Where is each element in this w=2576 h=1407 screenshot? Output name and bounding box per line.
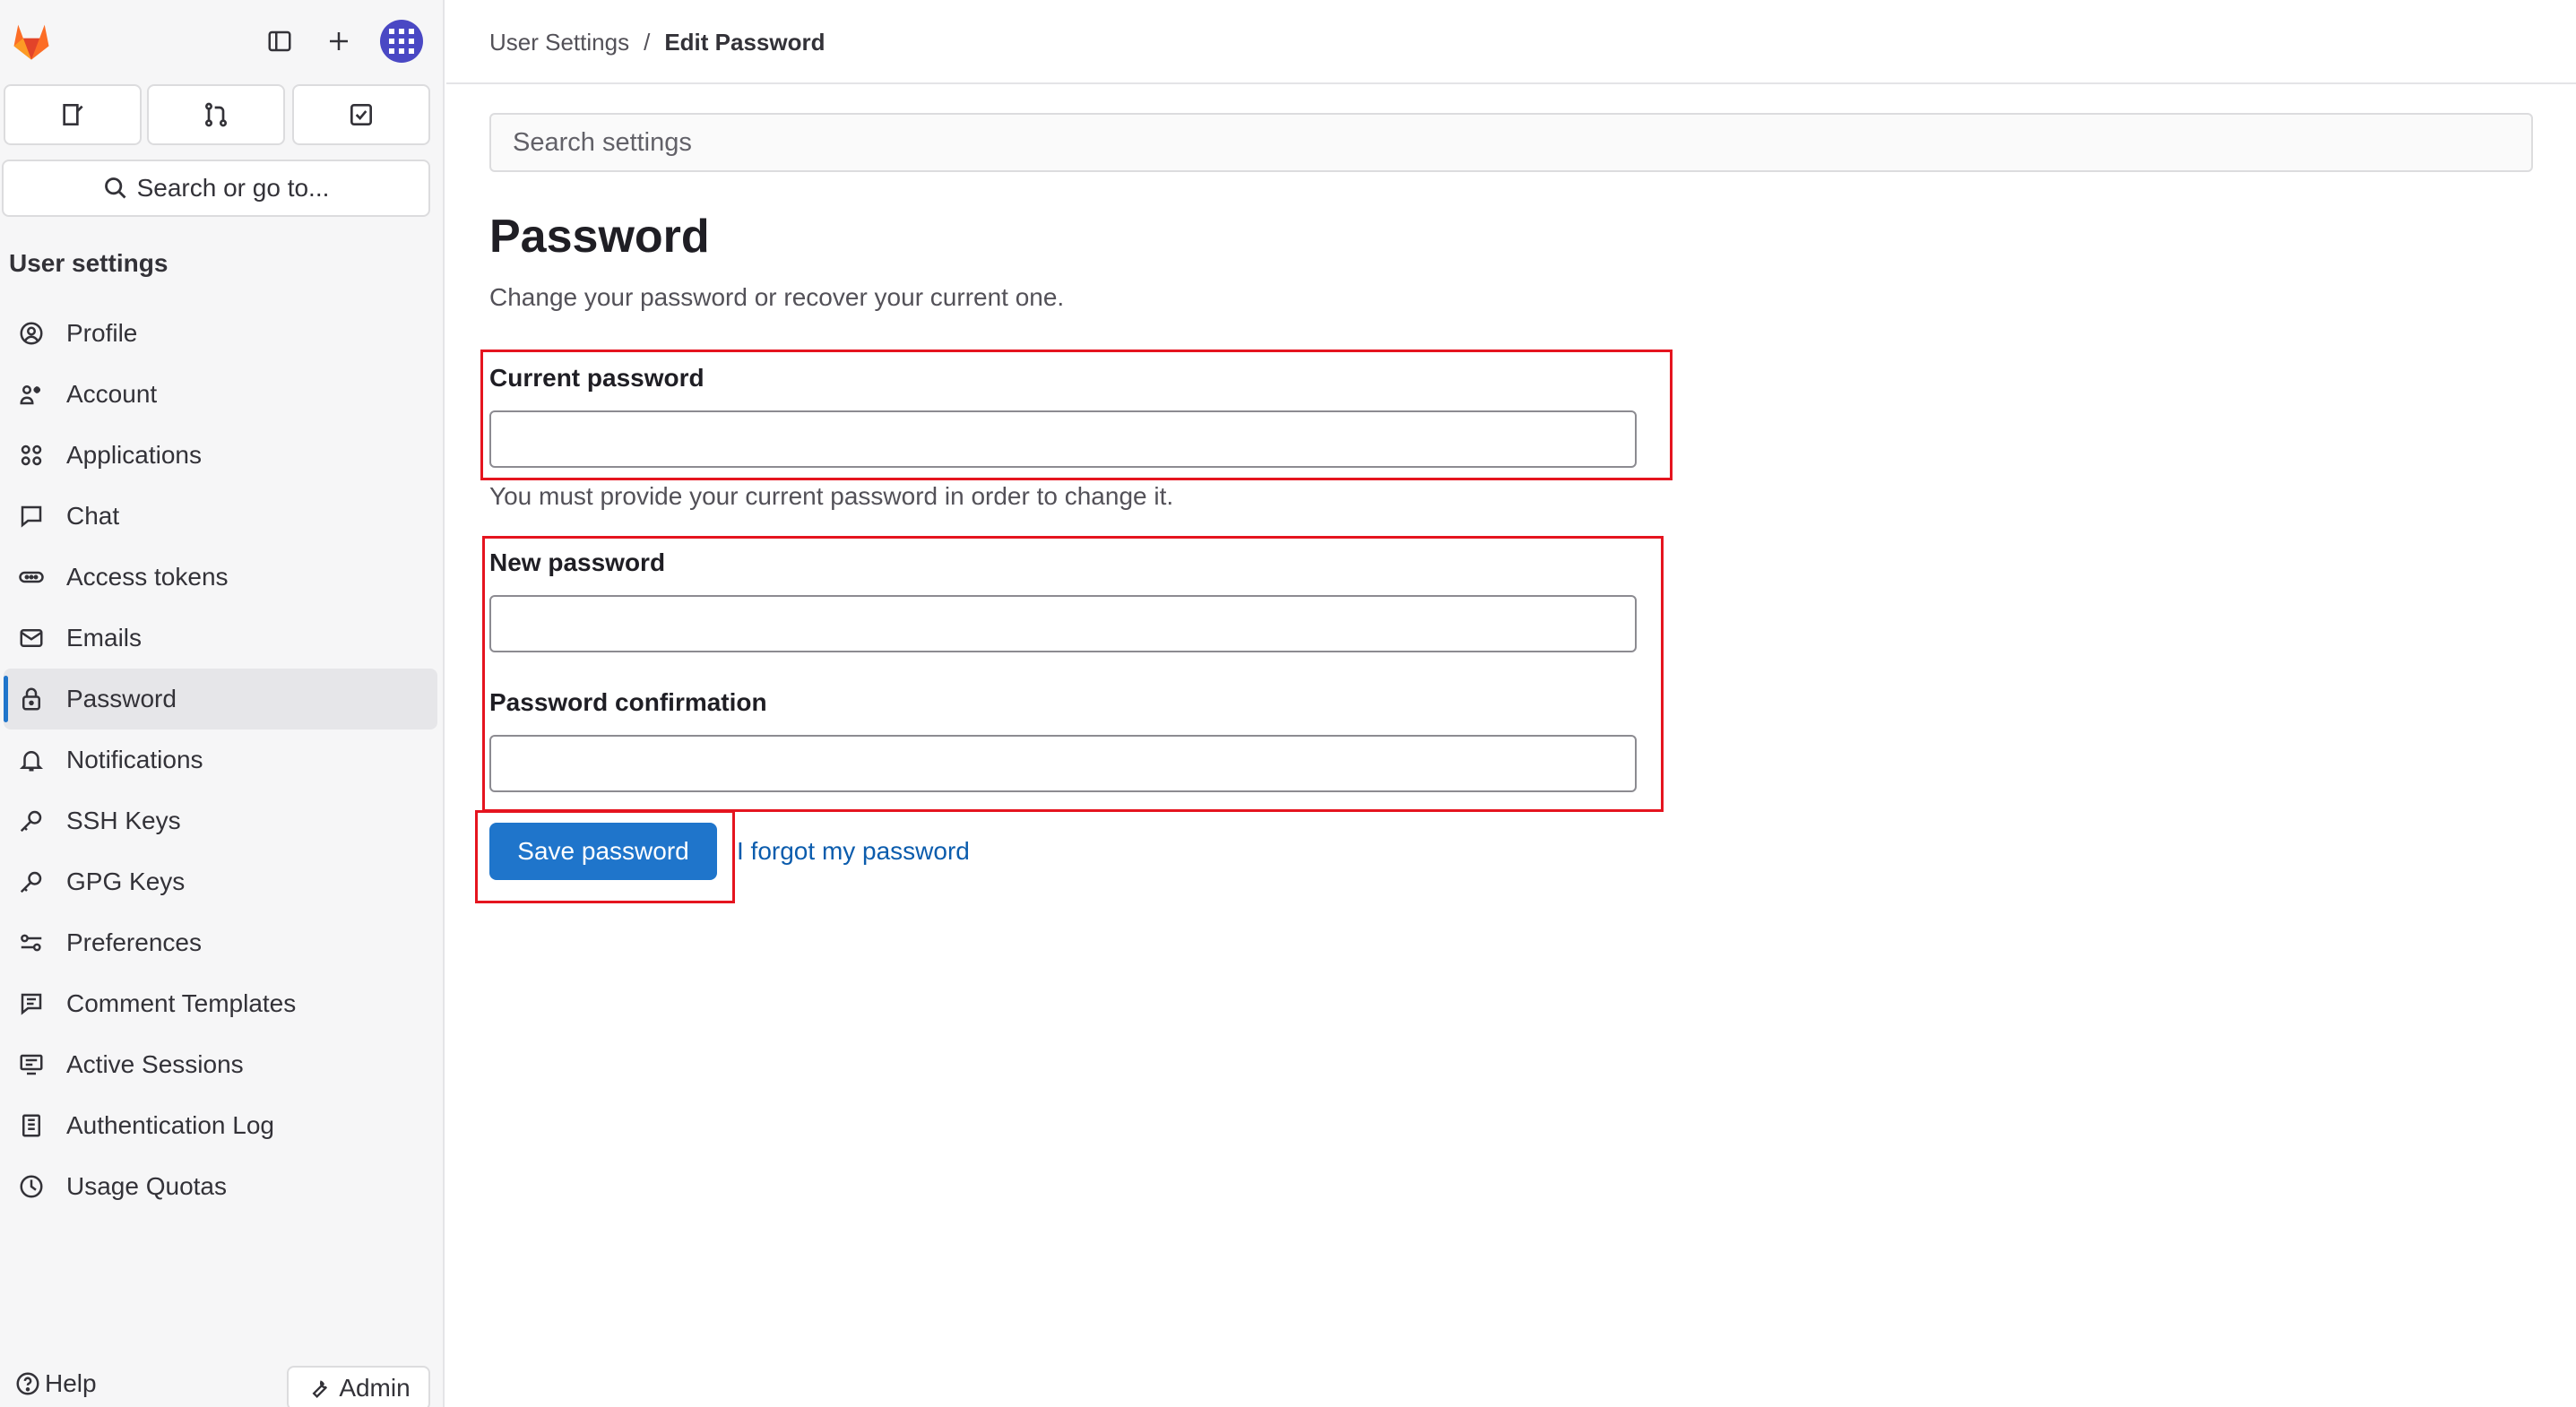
sidebar-item-label: Chat xyxy=(66,502,120,530)
sidebar-item-label: Usage Quotas xyxy=(66,1172,227,1200)
issues-icon xyxy=(63,104,83,125)
mail-icon xyxy=(16,623,47,653)
current-password-field[interactable] xyxy=(489,410,1637,468)
breadcrumb-current[interactable]: Edit Password xyxy=(664,29,825,56)
applications-icon xyxy=(16,440,47,470)
chat-icon xyxy=(16,501,47,531)
sidebar-item-label: Preferences xyxy=(66,928,202,956)
todo-icon xyxy=(350,104,372,125)
bell-icon xyxy=(16,745,47,775)
sidebar: Search or go to... User settings Profile… xyxy=(0,0,445,1407)
search-icon xyxy=(104,177,126,199)
sidebar-item-label: Password xyxy=(66,685,177,712)
gitlab-logo-icon[interactable] xyxy=(7,18,56,65)
sidebar-item-label: Authentication Log xyxy=(66,1111,274,1139)
create-new-icon[interactable] xyxy=(321,23,357,59)
top-bar: User Settings / Edit Password xyxy=(446,0,2576,84)
account-icon xyxy=(16,379,47,410)
breadcrumb-parent-link[interactable]: User Settings xyxy=(489,29,629,56)
sidebar-item-access-tokens[interactable]: Access tokens xyxy=(4,547,437,608)
sidebar-item-label: Applications xyxy=(66,441,202,469)
lock-icon xyxy=(16,684,47,714)
preferences-icon xyxy=(16,928,47,958)
breadcrumb-separator: / xyxy=(644,29,651,56)
sidebar-item-label: Notifications xyxy=(66,746,203,773)
profile-icon xyxy=(16,318,47,349)
sidebar-item-emails[interactable]: Emails xyxy=(4,608,437,669)
key-icon xyxy=(16,806,47,836)
sidebar-item-label: Account xyxy=(66,380,158,408)
sidebar-item-label: Access tokens xyxy=(66,563,229,591)
user-avatar[interactable] xyxy=(378,18,425,65)
sidebar-item-profile[interactable]: Profile xyxy=(4,303,437,364)
help-icon xyxy=(16,1372,39,1395)
token-icon xyxy=(16,562,47,592)
breadcrumb: User Settings / Edit Password xyxy=(489,29,825,56)
sidebar-item-comment-templates[interactable]: Comment Templates xyxy=(4,973,437,1034)
settings-nav: Profile Account Applications Chat Access… xyxy=(4,303,437,1217)
sidebar-item-active-sessions[interactable]: Active Sessions xyxy=(4,1034,437,1095)
sidebar-item-ssh-keys[interactable]: SSH Keys xyxy=(4,790,437,851)
sidebar-item-account[interactable]: Account xyxy=(4,364,437,425)
help-button[interactable]: Help xyxy=(14,1369,97,1398)
toggle-sidebar-icon[interactable] xyxy=(262,23,298,59)
sidebar-item-label: Active Sessions xyxy=(66,1050,244,1078)
sidebar-item-label: Profile xyxy=(66,319,138,347)
current-password-label: Current password xyxy=(489,364,705,392)
sidebar-section-title: User settings xyxy=(9,249,169,277)
merge-requests-button[interactable] xyxy=(147,84,285,145)
sidebar-item-label: Emails xyxy=(66,624,143,652)
sidebar-item-label: Comment Templates xyxy=(66,989,297,1017)
sidebar-item-notifications[interactable]: Notifications xyxy=(4,729,437,790)
new-password-label: New password xyxy=(489,548,666,576)
sidebar-item-label: SSH Keys xyxy=(66,807,181,834)
comment-icon xyxy=(16,988,47,1019)
page-description: Change your password or recover your cur… xyxy=(489,283,1065,311)
current-password-help: You must provide your current password i… xyxy=(489,482,1174,510)
quota-icon xyxy=(16,1171,47,1202)
sidebar-item-authentication-log[interactable]: Authentication Log xyxy=(4,1095,437,1156)
wrench-icon xyxy=(312,1380,328,1398)
password-confirmation-field[interactable] xyxy=(489,735,1637,792)
save-password-button[interactable]: Save password xyxy=(489,823,717,880)
sidebar-item-applications[interactable]: Applications xyxy=(4,425,437,486)
search-button-label: Search or go to... xyxy=(136,174,330,202)
sidebar-item-usage-quotas[interactable]: Usage Quotas xyxy=(4,1156,437,1217)
sidebar-item-label: GPG Keys xyxy=(66,868,186,895)
key-icon xyxy=(16,867,47,897)
admin-button[interactable]: Admin xyxy=(287,1366,430,1407)
help-label: Help xyxy=(45,1369,97,1397)
password-confirmation-label: Password confirmation xyxy=(489,688,767,716)
merge-request-icon xyxy=(205,102,227,127)
assigned-issues-button[interactable] xyxy=(4,84,142,145)
log-icon xyxy=(16,1110,47,1141)
sidebar-item-preferences[interactable]: Preferences xyxy=(4,912,437,973)
sidebar-item-gpg-keys[interactable]: GPG Keys xyxy=(4,851,437,912)
sidebar-item-password[interactable]: Password xyxy=(4,669,437,729)
forgot-password-link[interactable]: I forgot my password xyxy=(737,837,970,866)
todo-list-button[interactable] xyxy=(292,84,430,145)
page-title: Password xyxy=(489,211,710,263)
admin-label: Admin xyxy=(339,1374,411,1402)
search-settings-input[interactable] xyxy=(489,113,2533,172)
search-or-go-to-button[interactable]: Search or go to... xyxy=(2,160,430,217)
monitor-icon xyxy=(16,1049,47,1080)
sidebar-item-chat[interactable]: Chat xyxy=(4,486,437,547)
new-password-field[interactable] xyxy=(489,595,1637,652)
